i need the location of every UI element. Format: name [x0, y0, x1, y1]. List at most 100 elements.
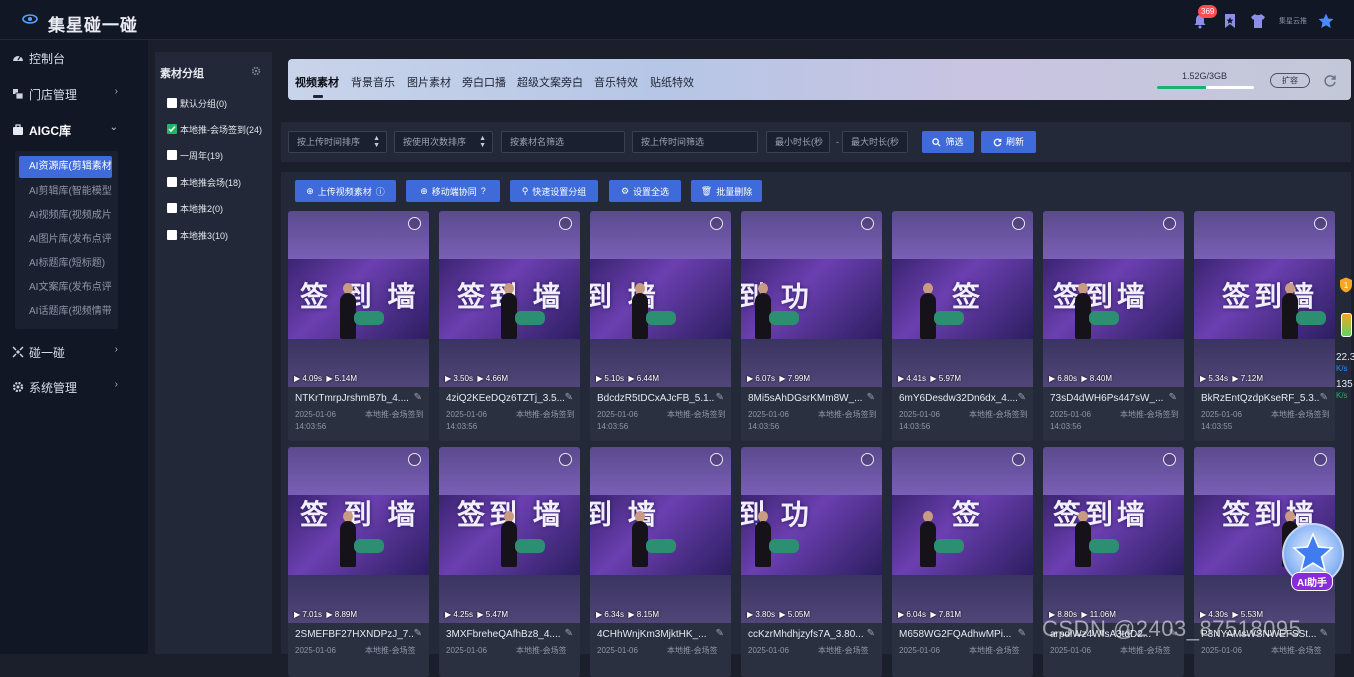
material-card[interactable]: 到 墙 ▶ 6.34s ▶ 8.15M 4CHhWnjKm3MjktHK_... ✎ 2…	[590, 447, 731, 677]
sidebar-item-aigc[interactable]: AIGC库 ⌄	[12, 120, 138, 140]
material-card[interactable]: 签 到 墙 ▶ 7.01s ▶ 8.89M 2SMEFBF27HXNDPzJ_7..…	[288, 447, 429, 677]
material-card[interactable]: 到 功 ▶ 3.80s ▶ 5.05M ccKzrMhdhjzyfs7A_3.80.…	[741, 447, 882, 677]
select-circle[interactable]	[710, 217, 723, 230]
sidebar-item-system[interactable]: 系统管理 ›	[12, 377, 138, 397]
submenu-topic-library[interactable]: AI话题库(视频情带)	[19, 301, 112, 323]
select-circle[interactable]	[861, 217, 874, 230]
checkbox[interactable]	[167, 230, 177, 240]
video-thumbnail[interactable]: 签 ▶ 4.41s ▶ 5.97M	[892, 211, 1033, 387]
group-item[interactable]: 本地推-会场签到(24)	[167, 122, 262, 136]
memory-gauge[interactable]	[1341, 313, 1352, 337]
video-thumbnail[interactable]: 签 到 墙 ▶ 4.09s ▶ 5.14M	[288, 211, 429, 387]
select-circle[interactable]	[559, 453, 572, 466]
material-card[interactable]: 签 到 墙 ▶ 4.09s ▶ 5.14M NTKrTmrpJrshmB7b_4..…	[288, 211, 429, 441]
video-thumbnail[interactable]: 签 到 墙 ▶ 7.01s ▶ 8.89M	[288, 447, 429, 623]
checkbox[interactable]	[167, 124, 177, 134]
edit-icon[interactable]: ✎	[716, 392, 724, 403]
submenu-edit-library[interactable]: AI剪辑库(智能模型)	[19, 181, 112, 203]
video-thumbnail[interactable]: 到 功 ▶ 6.07s ▶ 7.99M	[741, 211, 882, 387]
edit-icon[interactable]: ✎	[414, 628, 422, 639]
sidebar-item-tap[interactable]: 碰一碰 ›	[12, 342, 138, 362]
edit-icon[interactable]: ✎	[1018, 392, 1026, 403]
mobile-collab-button[interactable]: ⊕ 移动端协同?	[406, 180, 500, 202]
edit-icon[interactable]: ✎	[414, 392, 422, 403]
select-circle[interactable]	[1012, 217, 1025, 230]
video-thumbnail[interactable]: 签到 墙 ▶ 4.25s ▶ 5.47M	[439, 447, 580, 623]
select-circle[interactable]	[559, 217, 572, 230]
material-card[interactable]: 签到 墙 ▶ 3.50s ▶ 4.66M 4ziQ2KEeDQz6TZTj_3.5.…	[439, 211, 580, 441]
select-circle[interactable]	[1012, 453, 1025, 466]
video-thumbnail[interactable]: 到 功 ▶ 3.80s ▶ 5.05M	[741, 447, 882, 623]
group-item[interactable]: 一周年(19)	[167, 148, 223, 162]
group-item[interactable]: 本地推3(10)	[167, 228, 228, 242]
select-circle[interactable]	[1163, 453, 1176, 466]
submenu-video-library[interactable]: AI视频库(视频成片)	[19, 205, 112, 227]
tab-1[interactable]: 背景音乐	[351, 74, 395, 90]
time-filter-input[interactable]: 按上传时间筛选	[632, 131, 758, 153]
submenu-image-library[interactable]: AI图片库(发布点评)	[19, 229, 112, 251]
bookmark-icon[interactable]	[1222, 13, 1238, 29]
expand-storage-button[interactable]: 扩容	[1270, 73, 1310, 88]
video-thumbnail[interactable]: 到 墙 ▶ 5.10s ▶ 6.44M	[590, 211, 731, 387]
name-filter-input[interactable]: 按素材名筛选	[501, 131, 625, 153]
edit-icon[interactable]: ✎	[867, 392, 875, 403]
edit-icon[interactable]: ✎	[1018, 628, 1026, 639]
group-item[interactable]: 本地推2(0)	[167, 201, 223, 215]
video-thumbnail[interactable]: 签到 墙 ▶ 3.50s ▶ 4.66M	[439, 211, 580, 387]
edit-icon[interactable]: ✎	[1169, 392, 1177, 403]
shirt-icon[interactable]	[1250, 13, 1266, 29]
tab-4[interactable]: 超级文案旁白	[517, 74, 583, 90]
material-card[interactable]: 签到墙 ▶ 6.80s ▶ 8.40M 73sD4dWH6Ps447sW_... ✎ 2…	[1043, 211, 1184, 441]
video-thumbnail[interactable]: 签到墙 ▶ 8.80s ▶ 11.06M	[1043, 447, 1184, 623]
ai-assistant-label[interactable]: AI助手	[1291, 572, 1333, 591]
tab-6[interactable]: 贴纸特效	[650, 74, 694, 90]
material-card[interactable]: 签到 墙 ▶ 4.25s ▶ 5.47M 3MXFbreheQAfhBz8_4...…	[439, 447, 580, 677]
sort-usage-select[interactable]: 按使用次数排序 ▲ ▼	[394, 131, 493, 153]
tab-5[interactable]: 音乐特效	[594, 74, 638, 90]
upload-video-button[interactable]: ⊕ 上传视频素材 ⓘ	[295, 180, 396, 202]
video-thumbnail[interactable]: 签到墙 ▶ 5.34s ▶ 7.12M	[1194, 211, 1335, 387]
material-card[interactable]: 到 墙 ▶ 5.10s ▶ 6.44M BdcdzR5tDCxAJcFB_5.1..…	[590, 211, 731, 441]
user-name[interactable]: 集星云推	[1279, 16, 1307, 26]
select-circle[interactable]	[408, 217, 421, 230]
material-card[interactable]: 签到墙 ▶ 5.34s ▶ 7.12M BkRzEntQzdpKseRF_5.3..…	[1194, 211, 1335, 441]
group-item[interactable]: 本地推会场(18)	[167, 175, 241, 189]
submenu-resource-library[interactable]: AI资源库(剪辑素材)	[19, 156, 112, 178]
edit-icon[interactable]: ✎	[1320, 392, 1328, 403]
edit-icon[interactable]: ✎	[565, 392, 573, 403]
select-circle[interactable]	[1314, 217, 1327, 230]
refresh-button[interactable]: 刷新	[981, 131, 1036, 153]
tab-0[interactable]: 视频素材	[295, 74, 339, 90]
refresh-icon[interactable]	[1323, 74, 1337, 88]
edit-icon[interactable]: ✎	[565, 628, 573, 639]
filter-button[interactable]: 筛选	[922, 131, 974, 153]
batch-delete-button[interactable]: 🗑 批量删除	[691, 180, 762, 202]
sidebar-item-dashboard[interactable]: 控制台	[12, 48, 138, 68]
video-thumbnail[interactable]: 签到墙 ▶ 6.80s ▶ 8.40M	[1043, 211, 1184, 387]
edit-icon[interactable]: ✎	[716, 628, 724, 639]
checkbox[interactable]	[167, 98, 177, 108]
select-circle[interactable]	[1163, 217, 1176, 230]
max-duration-input[interactable]: 最大时长(秒	[842, 131, 908, 153]
shield-badge-icon[interactable]: 1	[1339, 277, 1353, 293]
sidebar-item-stores[interactable]: 门店管理 ›	[12, 84, 138, 104]
sort-upload-select[interactable]: 按上传时间排序 ▲ ▼	[288, 131, 387, 153]
submenu-title-library[interactable]: AI标题库(短标题)	[19, 253, 112, 275]
select-all-button[interactable]: ⚙ 设置全选	[609, 180, 681, 202]
material-card[interactable]: 签 ▶ 6.04s ▶ 7.81M M658WG2FQAdhwMPi... ✎ 2025…	[892, 447, 1033, 677]
min-duration-input[interactable]: 最小时长(秒	[766, 131, 830, 153]
material-card[interactable]: 签到墙 ▶ 8.80s ▶ 11.06M arpdiWz4WfsA3tdD2... ✎…	[1043, 447, 1184, 677]
material-card[interactable]: 签 ▶ 4.41s ▶ 5.97M 6mY6Desdw32Dn6dx_4.... ✎ 2…	[892, 211, 1033, 441]
group-item[interactable]: 默认分组(0)	[167, 96, 227, 110]
edit-icon[interactable]: ✎	[867, 628, 875, 639]
star-avatar-icon[interactable]	[1318, 13, 1334, 29]
select-circle[interactable]	[1314, 453, 1327, 466]
material-card[interactable]: 到 功 ▶ 6.07s ▶ 7.99M 8Mi5sAhDGsrKMm8W_... ✎ 2…	[741, 211, 882, 441]
tab-3[interactable]: 旁白口播	[462, 74, 506, 90]
select-circle[interactable]	[710, 453, 723, 466]
video-thumbnail[interactable]: 到 墙 ▶ 6.34s ▶ 8.15M	[590, 447, 731, 623]
video-thumbnail[interactable]: 签 ▶ 6.04s ▶ 7.81M	[892, 447, 1033, 623]
gear-icon[interactable]	[251, 66, 261, 76]
quick-group-button[interactable]: ⚲ 快速设置分组	[510, 180, 598, 202]
select-circle[interactable]	[861, 453, 874, 466]
